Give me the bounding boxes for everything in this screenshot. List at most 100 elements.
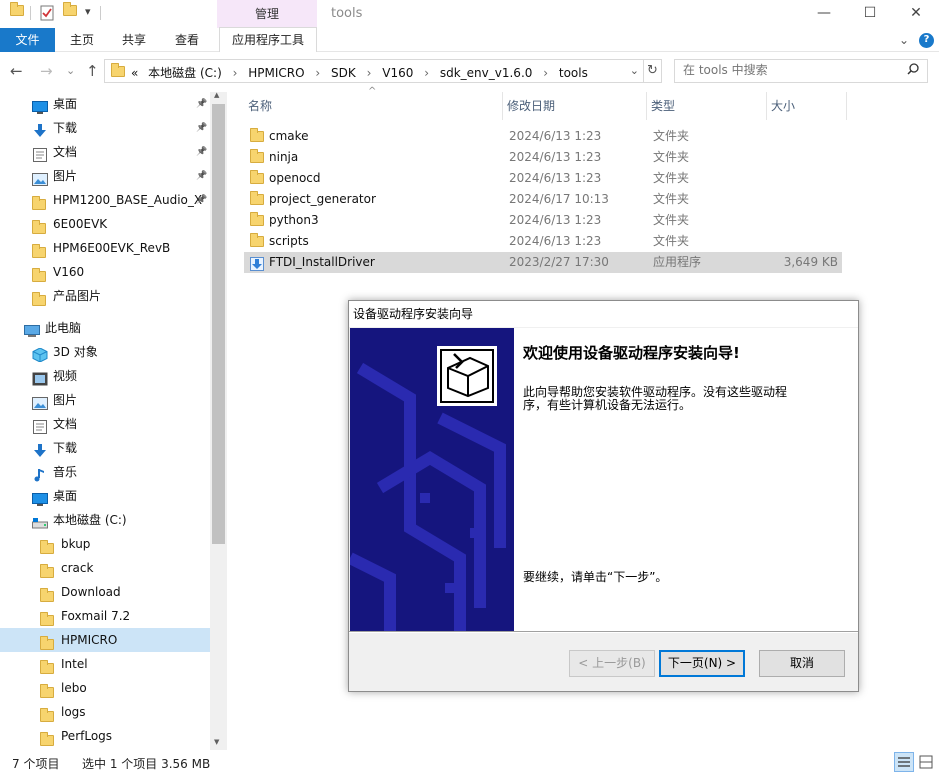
sidebar-item[interactable]: lebo xyxy=(0,676,210,700)
sidebar-item[interactable]: 文档 xyxy=(0,412,210,436)
sidebar-item[interactable]: 下载 xyxy=(0,436,210,460)
qat-dropdown-icon[interactable]: ▾ xyxy=(85,5,91,18)
tab-app-tools[interactable]: 应用程序工具 xyxy=(219,27,317,52)
column-name[interactable]: 名称 xyxy=(244,92,503,120)
expand-ribbon-icon[interactable]: ⌄ xyxy=(896,28,912,52)
maximize-button[interactable]: ☐ xyxy=(847,0,893,28)
sidebar-item[interactable]: 桌面 📌 xyxy=(0,92,210,116)
recent-locations-icon[interactable]: ⌄ xyxy=(66,64,75,77)
file-row[interactable]: FTDI_InstallDriver 2023/2/27 17:30 应用程序 3,6… xyxy=(244,252,842,273)
refresh-icon[interactable]: ↻ xyxy=(644,59,662,83)
sidebar-item[interactable]: Intel xyxy=(0,652,210,676)
file-row[interactable]: cmake 2024/6/13 1:23 文件夹 xyxy=(244,126,842,147)
navigation-pane: 桌面 📌 下载 📌 文档 📌 图片 📌 HPM1200_BASE_Audio_X 📌 6E00EVK… xyxy=(0,92,228,750)
sidebar-item[interactable]: HPMICRO xyxy=(0,628,210,652)
sidebar-item[interactable]: PerfLogs xyxy=(0,724,210,748)
column-type[interactable]: 类型 xyxy=(647,92,767,120)
address-dropdown-icon[interactable]: ⌄ xyxy=(630,64,639,77)
tab-home[interactable]: 主页 xyxy=(60,28,104,52)
breadcrumb-separator-icon[interactable]: › xyxy=(424,66,429,80)
minimize-button[interactable]: — xyxy=(801,0,847,28)
file-date: 2024/6/17 10:13 xyxy=(509,192,609,206)
breadcrumb-separator-icon[interactable]: › xyxy=(543,66,548,80)
sidebar-item[interactable]: logs xyxy=(0,700,210,724)
sidebar-item[interactable]: 本地磁盘 (C:) xyxy=(0,508,210,532)
breadcrumb-item[interactable]: 本地磁盘 (C:) xyxy=(148,66,222,80)
column-date[interactable]: 修改日期 xyxy=(503,92,647,120)
folder-icon xyxy=(40,538,56,554)
back-button[interactable]: < 上一步(B) xyxy=(569,650,655,677)
sidebar-scrollbar[interactable]: ▲ ▼ xyxy=(210,91,227,750)
scroll-down-icon[interactable]: ▼ xyxy=(214,738,219,746)
sidebar-item[interactable]: 视频 xyxy=(0,364,210,388)
sidebar-item-label: 文档 xyxy=(53,145,78,159)
sidebar-item[interactable]: 6E00EVK xyxy=(0,212,210,236)
file-type: 应用程序 xyxy=(653,255,702,269)
sidebar-item[interactable]: bkup xyxy=(0,532,210,556)
tiles-view-icon[interactable] xyxy=(917,752,935,775)
sidebar-item[interactable]: 下载 📌 xyxy=(0,116,210,140)
breadcrumb-separator-icon[interactable]: › xyxy=(233,66,238,80)
sidebar-item[interactable]: 图片 xyxy=(0,388,210,412)
sidebar-item-label: lebo xyxy=(61,681,87,695)
up-arrow-icon[interactable]: ↑ xyxy=(86,62,99,80)
file-type: 文件夹 xyxy=(653,171,690,185)
search-input[interactable] xyxy=(683,63,903,77)
file-row[interactable]: python3 2024/6/13 1:23 文件夹 xyxy=(244,210,842,231)
new-folder-icon[interactable] xyxy=(63,2,77,21)
tab-share[interactable]: 共享 xyxy=(112,28,156,52)
help-icon[interactable]: ? xyxy=(919,33,934,48)
sidebar-item[interactable]: Foxmail 7.2 xyxy=(0,604,210,628)
search-icon[interactable] xyxy=(907,63,919,78)
next-button[interactable]: 下一页(N) > xyxy=(659,650,745,677)
breadcrumb-separator-icon[interactable]: › xyxy=(367,66,372,80)
properties-icon[interactable] xyxy=(40,5,54,21)
column-size[interactable]: 大小 xyxy=(767,92,847,120)
sidebar-item[interactable]: V160 xyxy=(0,260,210,284)
scrollbar-thumb[interactable] xyxy=(212,104,225,544)
sidebar-item-label: 文档 xyxy=(53,417,78,431)
search-box[interactable] xyxy=(674,59,928,83)
breadcrumb-item[interactable]: HPMICRO xyxy=(248,66,304,80)
sidebar-item-label: 3D 对象 xyxy=(53,345,98,359)
close-button[interactable]: ✕ xyxy=(893,0,939,28)
breadcrumb-overflow[interactable]: « xyxy=(131,66,138,80)
file-type: 文件夹 xyxy=(653,234,690,248)
file-name: openocd xyxy=(269,171,321,185)
sidebar-item[interactable]: 桌面 xyxy=(0,484,210,508)
sidebar-item[interactable]: 图片 📌 xyxy=(0,164,210,188)
pin-icon: 📌 xyxy=(196,147,208,157)
breadcrumb-item[interactable]: SDK xyxy=(331,66,356,80)
breadcrumb-item[interactable]: sdk_env_v1.6.0 xyxy=(440,66,533,80)
sidebar-item[interactable]: crack xyxy=(0,556,210,580)
sidebar-item[interactable]: HPM1200_BASE_Audio_X 📌 xyxy=(0,188,210,212)
forward-arrow-icon[interactable]: → xyxy=(40,62,53,80)
sidebar-item[interactable]: 3D 对象 xyxy=(0,340,210,364)
details-view-icon[interactable] xyxy=(894,752,914,775)
dialog-title: 设备驱动程序安装向导 xyxy=(349,301,858,327)
file-row[interactable]: project_generator 2024/6/17 10:13 文件夹 xyxy=(244,189,842,210)
sidebar-item[interactable]: 文档 📌 xyxy=(0,140,210,164)
sidebar-item[interactable]: 音乐 xyxy=(0,460,210,484)
file-row[interactable]: scripts 2024/6/13 1:23 文件夹 xyxy=(244,231,842,252)
sidebar-item-label: HPMICRO xyxy=(61,633,118,647)
breadcrumb-separator-icon[interactable]: › xyxy=(315,66,320,80)
address-bar[interactable]: « 本地磁盘 (C:) › HPMICRO › SDK › V160 › sdk… xyxy=(104,59,644,83)
driver-install-dialog: 设备驱动程序安装向导 欢迎使用设备驱动程序安装向导! 此向导帮助您安装软件驱动程… xyxy=(348,300,859,692)
sidebar-item[interactable]: Download xyxy=(0,580,210,604)
sidebar-item[interactable]: 此电脑 xyxy=(0,316,210,340)
scroll-up-icon[interactable]: ▲ xyxy=(214,91,219,99)
breadcrumb-item[interactable]: V160 xyxy=(382,66,413,80)
file-row[interactable]: openocd 2024/6/13 1:23 文件夹 xyxy=(244,168,842,189)
folder-icon xyxy=(32,218,48,234)
sidebar-item-label: HPM1200_BASE_Audio_X xyxy=(53,193,203,207)
file-row[interactable]: ninja 2024/6/13 1:23 文件夹 xyxy=(244,147,842,168)
picture-icon xyxy=(32,170,48,186)
sidebar-item[interactable]: 产品图片 xyxy=(0,284,210,308)
tab-view[interactable]: 查看 xyxy=(165,28,209,52)
back-arrow-icon[interactable]: ← xyxy=(10,62,23,80)
breadcrumb-item[interactable]: tools xyxy=(559,66,588,80)
tab-file[interactable]: 文件 xyxy=(0,28,55,52)
sidebar-item[interactable]: HPM6E00EVK_RevB xyxy=(0,236,210,260)
cancel-button[interactable]: 取消 xyxy=(759,650,845,677)
